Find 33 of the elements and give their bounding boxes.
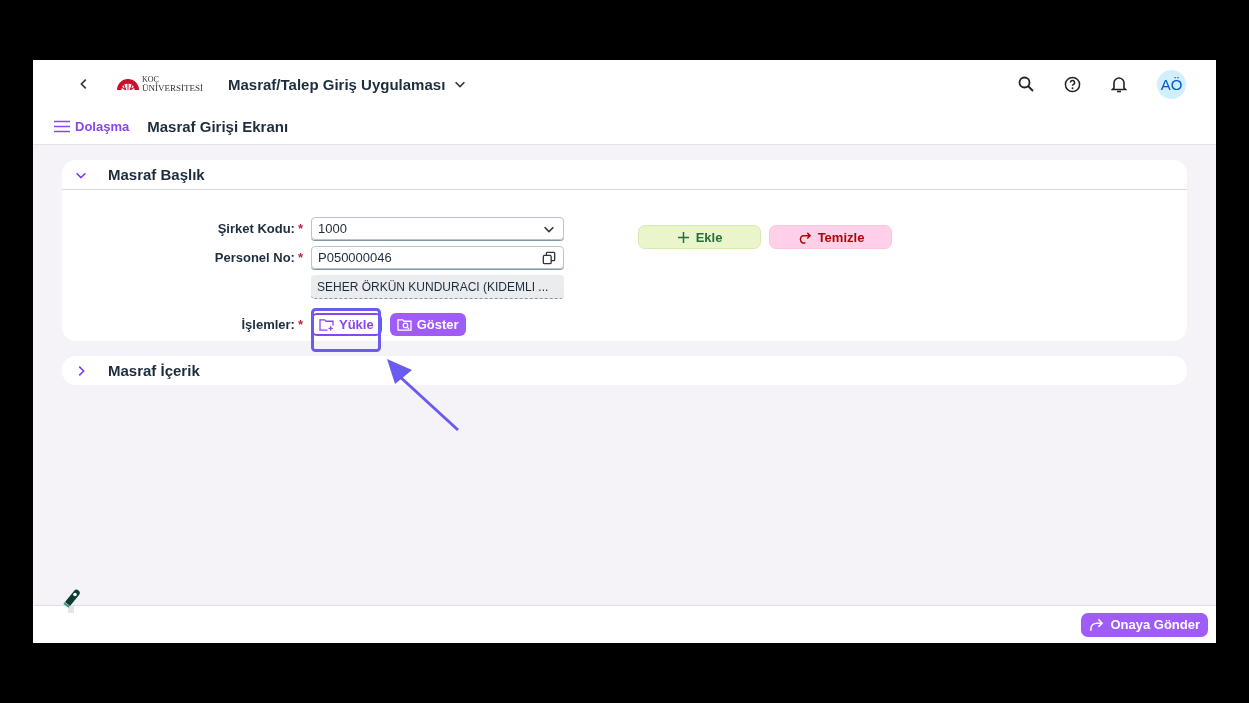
show-button[interactable]: Göster	[389, 313, 466, 336]
navigation-button[interactable]: Dolaşma	[54, 118, 130, 134]
required-mark: *	[297, 221, 303, 236]
clear-button[interactable]: Temizle	[769, 225, 892, 249]
input-field[interactable]: P050000046	[311, 246, 564, 269]
page-title: Masraf Girişi Ekranı	[147, 117, 289, 135]
app-title[interactable]: Masraf/Talep Giriş Uygulaması	[228, 75, 446, 93]
logo-text: KOÇ	[142, 75, 160, 84]
field-label: Personel No:	[214, 250, 295, 265]
employee-name-field: SEHER ÖRKÜN KUNDURACI (KIDEMLI ...	[311, 275, 564, 299]
panel-title: Masraf Başlık	[108, 166, 205, 183]
highlight-frame	[311, 308, 381, 352]
required-mark: *	[297, 250, 303, 265]
university-logo-icon	[117, 78, 139, 90]
plus-icon	[676, 230, 690, 244]
folder-plus-icon	[319, 318, 334, 331]
help-icon[interactable]	[1064, 75, 1081, 93]
menu-icon	[54, 119, 70, 133]
search-folder-icon	[396, 318, 412, 331]
select-field[interactable]: 1000	[311, 217, 564, 240]
search-icon[interactable]	[1018, 76, 1034, 92]
panel-title: Masraf İçerik	[108, 362, 200, 379]
required-mark: *	[297, 317, 303, 332]
bell-icon[interactable]	[1111, 75, 1127, 93]
field-label: İşlemler:	[241, 317, 295, 332]
user-avatar[interactable]: AÖ	[1157, 69, 1186, 99]
forward-arrow-icon	[1089, 617, 1105, 632]
copy-icon[interactable]	[542, 250, 556, 265]
logo-text: ÜNİVERSİTESİ	[142, 84, 203, 93]
add-button[interactable]: Ekle	[638, 225, 761, 249]
upload-button[interactable]: Yükle	[311, 313, 382, 336]
field-label: Şirket Kodu:	[217, 221, 295, 236]
submit-button[interactable]: Onaya Gönder	[1081, 612, 1208, 637]
